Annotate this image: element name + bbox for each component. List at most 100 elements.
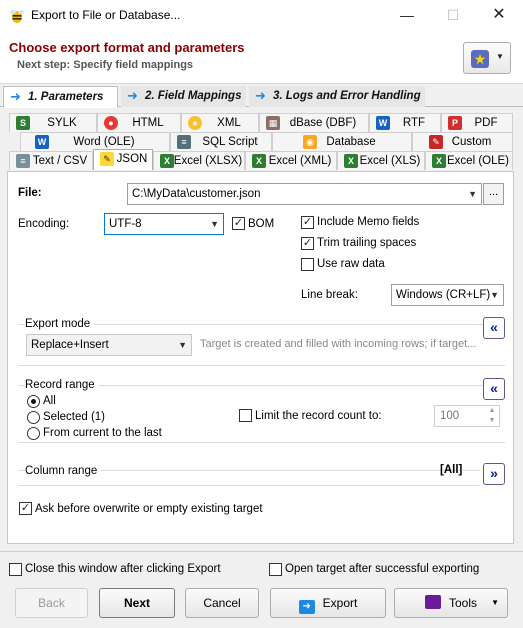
encoding-label: Encoding:	[18, 218, 70, 230]
format-label: XML	[217, 117, 241, 129]
ask-overwrite-checkbox[interactable]: ✓	[19, 502, 32, 515]
format-tab-custom[interactable]: ✎ Custom	[412, 132, 513, 151]
record-range-selected-radio[interactable]	[27, 411, 40, 424]
ask-overwrite-label: Ask before overwrite or empty existing t…	[35, 503, 263, 515]
file-label: File:	[18, 187, 42, 199]
format-label: JSON	[116, 153, 148, 165]
limit-record-count-checkbox[interactable]	[239, 409, 252, 422]
close-button[interactable]: ✕	[476, 0, 522, 32]
format-tab-sylk[interactable]: S SYLK	[9, 113, 97, 132]
open-target-checkbox[interactable]	[269, 563, 282, 576]
format-label: dBase (DBF)	[289, 117, 357, 129]
format-tab-excel-ole[interactable]: X Excel (OLE)	[425, 151, 513, 170]
close-after-export-label: Close this window after clicking Export	[25, 563, 221, 575]
file-path-input[interactable]: C:\MyData\customer.json ▼	[127, 183, 482, 205]
format-label: Database	[326, 136, 376, 148]
export-button-label: Export	[322, 596, 358, 610]
export-mode-select[interactable]: Replace+Insert ▼	[26, 334, 192, 356]
page-title: Choose export format and parameters	[9, 40, 245, 55]
format-tab-excel-xml[interactable]: X Excel (XML)	[245, 151, 337, 170]
format-label: Excel (OLE)	[447, 155, 509, 167]
include-memo-label: Include Memo fields	[317, 216, 420, 228]
tab-logs-error-handling[interactable]: ➜ 3. Logs and Error Handling	[249, 86, 425, 107]
format-tab-excel-xlsx[interactable]: X Excel (XLSX)	[153, 151, 245, 170]
app-bee-icon	[10, 10, 24, 23]
format-label: SQL Script	[202, 136, 258, 148]
format-tab-sql-script[interactable]: ≡ SQL Script	[170, 132, 272, 151]
open-target-label: Open target after successful exporting	[285, 563, 480, 575]
format-label: Custom	[451, 136, 492, 148]
export-mode-value: Replace+Insert	[31, 339, 109, 351]
record-range-from-current-radio[interactable]	[27, 427, 40, 440]
format-tab-dbase[interactable]: ▦ dBase (DBF)	[259, 113, 369, 132]
record-range-all-radio[interactable]	[27, 395, 40, 408]
limit-record-count-input[interactable]: 100 ▲ ▼	[434, 405, 500, 427]
format-label: HTML	[132, 117, 164, 129]
format-label: Excel (XLS)	[359, 155, 421, 167]
encoding-value: UTF-8	[109, 218, 142, 230]
use-raw-data-checkbox[interactable]	[301, 258, 314, 271]
column-range-title: Column range	[25, 465, 102, 477]
tab-parameters[interactable]: ➜ 1. Parameters	[3, 86, 118, 108]
export-mode-title: Export mode	[25, 318, 95, 330]
close-after-export-checkbox[interactable]	[9, 563, 22, 576]
window-title: Export to File or Database...	[31, 8, 181, 22]
line-break-label: Line break:	[301, 289, 358, 301]
limit-record-count-value: 100	[440, 410, 460, 422]
expand-column-range-button[interactable]: »	[483, 463, 505, 485]
next-button[interactable]: Next	[99, 588, 175, 618]
favorites-button[interactable]: ★ ▼	[463, 42, 511, 74]
page-subtitle: Next step: Specify field mappings	[17, 59, 194, 71]
record-range-selected-label: Selected (1)	[43, 411, 106, 423]
export-button[interactable]: ➜ Export	[270, 588, 386, 618]
format-tab-pdf[interactable]: P PDF	[441, 113, 513, 132]
browse-button[interactable]: ...	[483, 183, 504, 205]
format-label: SYLK	[47, 117, 77, 129]
tab-label: 1. Parameters	[28, 91, 104, 103]
format-label: Excel (XLSX)	[173, 155, 243, 167]
column-range-value: [All]	[440, 464, 463, 476]
file-path-value: C:\MyData\customer.json	[132, 188, 261, 200]
step-tabs: ➜ 1. Parameters ➜ 2. Field Mappings ➜ 3.…	[0, 85, 523, 108]
limit-record-count-label: Limit the record count to:	[255, 410, 382, 422]
cancel-button[interactable]: Cancel	[185, 588, 259, 618]
format-tab-xml[interactable]: ● XML	[181, 113, 259, 132]
format-label: Text / CSV	[32, 155, 88, 167]
format-label: RTF	[402, 117, 426, 129]
chevron-down-icon: ▼	[490, 290, 499, 300]
encoding-select[interactable]: UTF-8 ▼	[104, 213, 224, 235]
format-tab-json[interactable]: ✎ JSON	[93, 149, 153, 170]
tools-button[interactable]: Tools ▼	[394, 588, 508, 618]
use-raw-data-label: Use raw data	[317, 258, 385, 270]
format-tab-database[interactable]: ◉ Database	[272, 132, 412, 151]
chevron-down-icon: ▼	[491, 598, 499, 607]
record-range-all-label: All	[43, 395, 56, 407]
spinner-arrows-icon: ▲ ▼	[488, 407, 496, 424]
tab-field-mappings[interactable]: ➜ 2. Field Mappings	[121, 86, 246, 107]
trim-trailing-label: Trim trailing spaces	[317, 237, 417, 249]
format-tab-excel-xls[interactable]: X Excel (XLS)	[337, 151, 425, 170]
bom-checkbox[interactable]: ✓	[232, 217, 245, 230]
back-button[interactable]: Back	[15, 588, 88, 618]
format-tab-html[interactable]: ● HTML	[97, 113, 181, 132]
export-arrow-icon: ➜	[298, 600, 315, 614]
format-tab-text-csv[interactable]: ≡ Text / CSV	[9, 151, 93, 170]
maximize-button: ☐	[446, 7, 460, 23]
include-memo-checkbox[interactable]: ✓	[301, 216, 314, 229]
tools-button-label: Tools	[448, 596, 477, 610]
chevron-down-icon: ▼	[496, 52, 504, 61]
arrow-right-icon: ➜	[10, 89, 21, 104]
record-range-from-current-label: From current to the last	[43, 427, 162, 439]
collapse-export-mode-button[interactable]: «	[483, 317, 505, 339]
trim-trailing-checkbox[interactable]: ✓	[301, 237, 314, 250]
minimize-button[interactable]: —	[384, 0, 430, 32]
arrow-right-icon: ➜	[255, 88, 266, 103]
collapse-record-range-button[interactable]: «	[483, 378, 505, 400]
tab-label: 3. Logs and Error Handling	[273, 90, 421, 102]
format-label: PDF	[474, 117, 498, 129]
format-tab-rtf[interactable]: W RTF	[369, 113, 441, 132]
record-range-title: Record range	[25, 379, 99, 391]
arrow-right-icon: ➜	[127, 88, 138, 103]
line-break-select[interactable]: Windows (CR+LF) ▼	[391, 284, 504, 306]
line-break-value: Windows (CR+LF)	[396, 289, 491, 301]
